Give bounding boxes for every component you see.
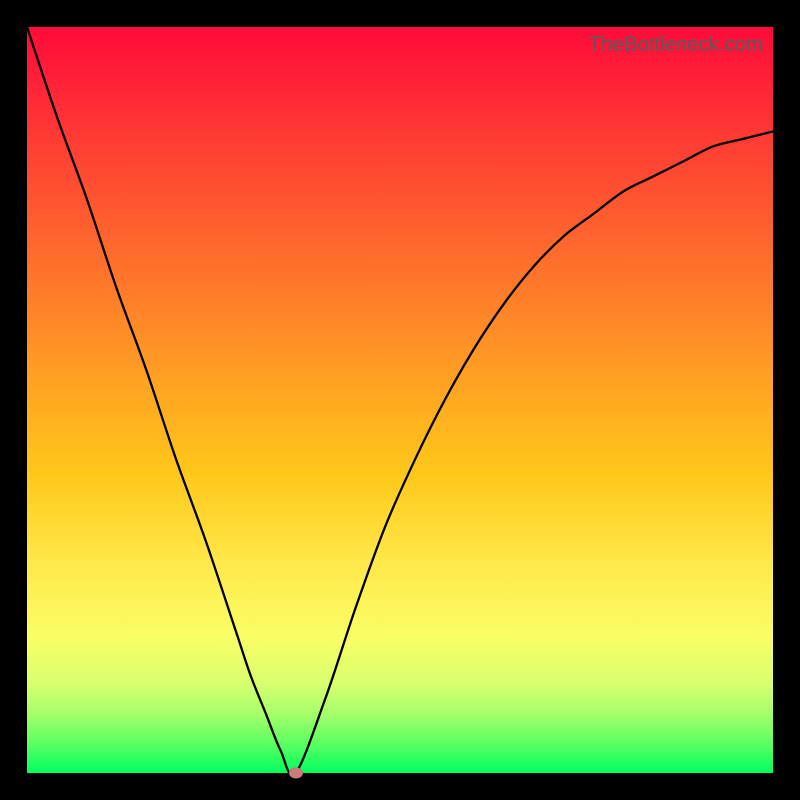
plot-area: TheBottleneck.com xyxy=(27,27,773,773)
chart-frame: TheBottleneck.com xyxy=(0,0,800,800)
bottleneck-curve xyxy=(27,27,773,773)
optimum-marker xyxy=(289,768,303,779)
